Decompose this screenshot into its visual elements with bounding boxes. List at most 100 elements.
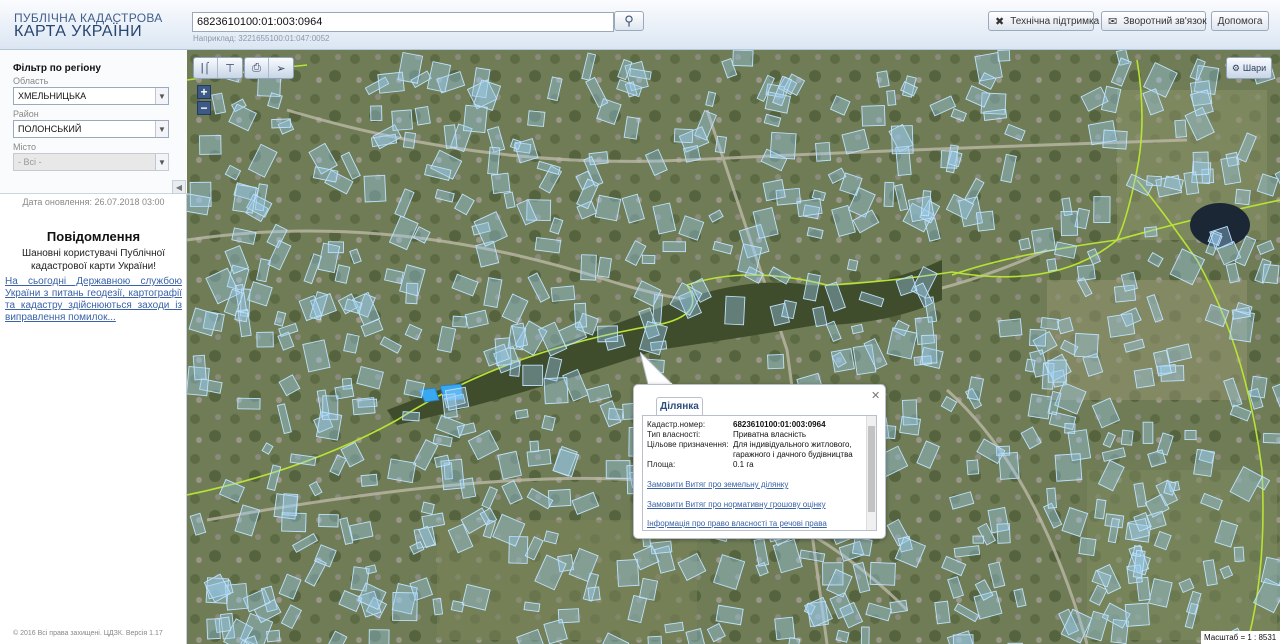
- close-icon[interactable]: ✕: [871, 389, 880, 402]
- tab-parcel[interactable]: Ділянка: [656, 397, 703, 415]
- region-select[interactable]: ХМЕЛЬНИЦЬКА ▼: [13, 87, 169, 105]
- popup-body: Кадастр.номер: 6823610100:01:003:0964 Ти…: [642, 415, 877, 531]
- zoom-out-button[interactable]: −: [197, 101, 211, 115]
- parcel-shape: [998, 318, 1023, 338]
- parcel-shape: [490, 172, 511, 194]
- layers-button[interactable]: ⚙ Шари: [1226, 57, 1272, 79]
- parcel-shape: [402, 131, 417, 149]
- parcel-shape: [889, 599, 909, 614]
- order-valuation-link[interactable]: Замовити Витяг про нормативну грошову оц…: [647, 500, 826, 509]
- parcel-shape: [452, 315, 468, 328]
- parcel-shape: [638, 577, 659, 601]
- parcel-shape: [846, 258, 859, 272]
- envelope-icon: ✉: [1108, 15, 1118, 28]
- parcel-shape: [414, 105, 431, 126]
- parcel-shape: [266, 629, 281, 643]
- help-label: Допомога: [1217, 15, 1263, 27]
- order-extract-link[interactable]: Замовити Витяг про земельну ділянку: [647, 480, 788, 489]
- parcel-shape: [1056, 317, 1074, 335]
- parcel-shape: [315, 411, 343, 441]
- parcel-shape: [522, 364, 544, 386]
- parcel-shape: [886, 90, 897, 106]
- city-select[interactable]: - Всі - ▼: [13, 153, 169, 171]
- parcel-shape: [534, 236, 562, 254]
- parcel-shape: [206, 618, 221, 640]
- parcel-shape: [282, 493, 299, 517]
- tech-support-button[interactable]: ✖ Технічна підтримка: [988, 11, 1099, 31]
- notice-link[interactable]: На сьогодні Державною службою України з …: [5, 276, 182, 324]
- region-value: ХМЕЛЬНИЦЬКА: [18, 91, 87, 101]
- district-value: ПОЛОНСЬКИЙ: [18, 124, 82, 134]
- scroll-thumb[interactable]: [868, 426, 875, 512]
- tools-toolbar: ⎙ ➢: [244, 57, 294, 79]
- parcel-shape: [1262, 432, 1280, 444]
- parcel-shape: [682, 144, 701, 163]
- parcel-shape: [1133, 367, 1155, 389]
- chevron-left-icon: ◀: [175, 182, 183, 192]
- notice-title: Повідомлення: [46, 229, 141, 244]
- map-canvas[interactable]: |⌠ ⊤ ⎙ ➢: [187, 50, 1280, 644]
- filter-title: Фільтр по регіону: [13, 63, 101, 74]
- parcel-shape: [402, 411, 420, 422]
- popup-arrow: [640, 352, 674, 385]
- parcel-shape: [762, 179, 786, 202]
- collapse-sidebar-button[interactable]: ◀: [172, 180, 186, 194]
- ownership-info-link[interactable]: Інформація про право власності та речові…: [647, 519, 827, 528]
- parcel-shape: [523, 601, 541, 613]
- tools-icon: ✖: [995, 15, 1005, 28]
- field-label: Цільове призначення:: [647, 440, 729, 449]
- parcel-shape: [1192, 151, 1210, 176]
- parcel-shape: [391, 109, 414, 131]
- parcel-shape: [271, 118, 292, 129]
- parcel-shape: [1102, 129, 1128, 150]
- field-value: 0.1 га: [733, 460, 754, 469]
- identify-pointer-icon[interactable]: ➢: [269, 58, 293, 78]
- parcel-shape: [1124, 602, 1150, 627]
- chevron-down-icon: ▼: [155, 121, 168, 137]
- parcel-shape: [392, 592, 418, 622]
- parcel-shape: [767, 353, 785, 370]
- parcel-shape: [996, 523, 1011, 544]
- parcel-shape: [541, 415, 556, 431]
- region-filter-panel: Фільтр по регіону Область ХМЕЛЬНИЦЬКА ▼ …: [0, 50, 187, 194]
- parcel-shape: [547, 488, 572, 508]
- parcel-shape: [237, 397, 261, 410]
- parcel-shape: [966, 459, 980, 476]
- parcel-shape: [487, 146, 501, 175]
- feedback-button[interactable]: ✉ Зворотний зв'язок: [1101, 11, 1207, 31]
- parcel-shape: [377, 71, 405, 94]
- copyright: © 2016 Всі права захищені. ЦДЗК. Версія …: [13, 630, 163, 637]
- popup-scrollbar[interactable]: [866, 416, 876, 530]
- parcel-shape: [1024, 358, 1036, 373]
- parcel-shape: [1234, 188, 1251, 206]
- parcel-shape: [1074, 332, 1099, 358]
- search-button[interactable]: ⚲: [614, 11, 644, 31]
- district-select[interactable]: ПОЛОНСЬКИЙ ▼: [13, 120, 169, 138]
- parcel-shape: [281, 512, 307, 533]
- parcel-shape: [1060, 210, 1079, 237]
- parcel-shape: [256, 331, 274, 348]
- parcel-shape: [997, 50, 1011, 62]
- cadastral-search-input[interactable]: [192, 12, 614, 32]
- help-button[interactable]: Допомога: [1211, 11, 1269, 31]
- parcel-shape: [403, 379, 426, 399]
- print-icon[interactable]: ⎙: [245, 58, 269, 78]
- parcel-shape: [587, 586, 601, 602]
- parcel-shape: [835, 629, 850, 643]
- parcel-shape: [641, 254, 656, 265]
- gear-icon: ⚙: [1231, 62, 1240, 73]
- feedback-label: Зворотний зв'язок: [1123, 15, 1207, 27]
- distance-measure-icon[interactable]: |⌠: [194, 58, 218, 78]
- parcel-shape: [192, 354, 207, 381]
- aerial-imagery: [187, 50, 1280, 644]
- parcel-shape: [1064, 423, 1076, 434]
- parcel-shape: [514, 408, 529, 420]
- parcel-shape: [1093, 196, 1111, 223]
- parcel-shape: [597, 325, 619, 343]
- parcel-shape: [1174, 119, 1188, 138]
- zoom-in-button[interactable]: +: [197, 85, 211, 99]
- parcel-shape: [527, 110, 546, 128]
- field-label: Кадастр.номер:: [647, 420, 706, 429]
- area-measure-icon[interactable]: ⊤: [218, 58, 242, 78]
- parcel-shape: [187, 193, 211, 216]
